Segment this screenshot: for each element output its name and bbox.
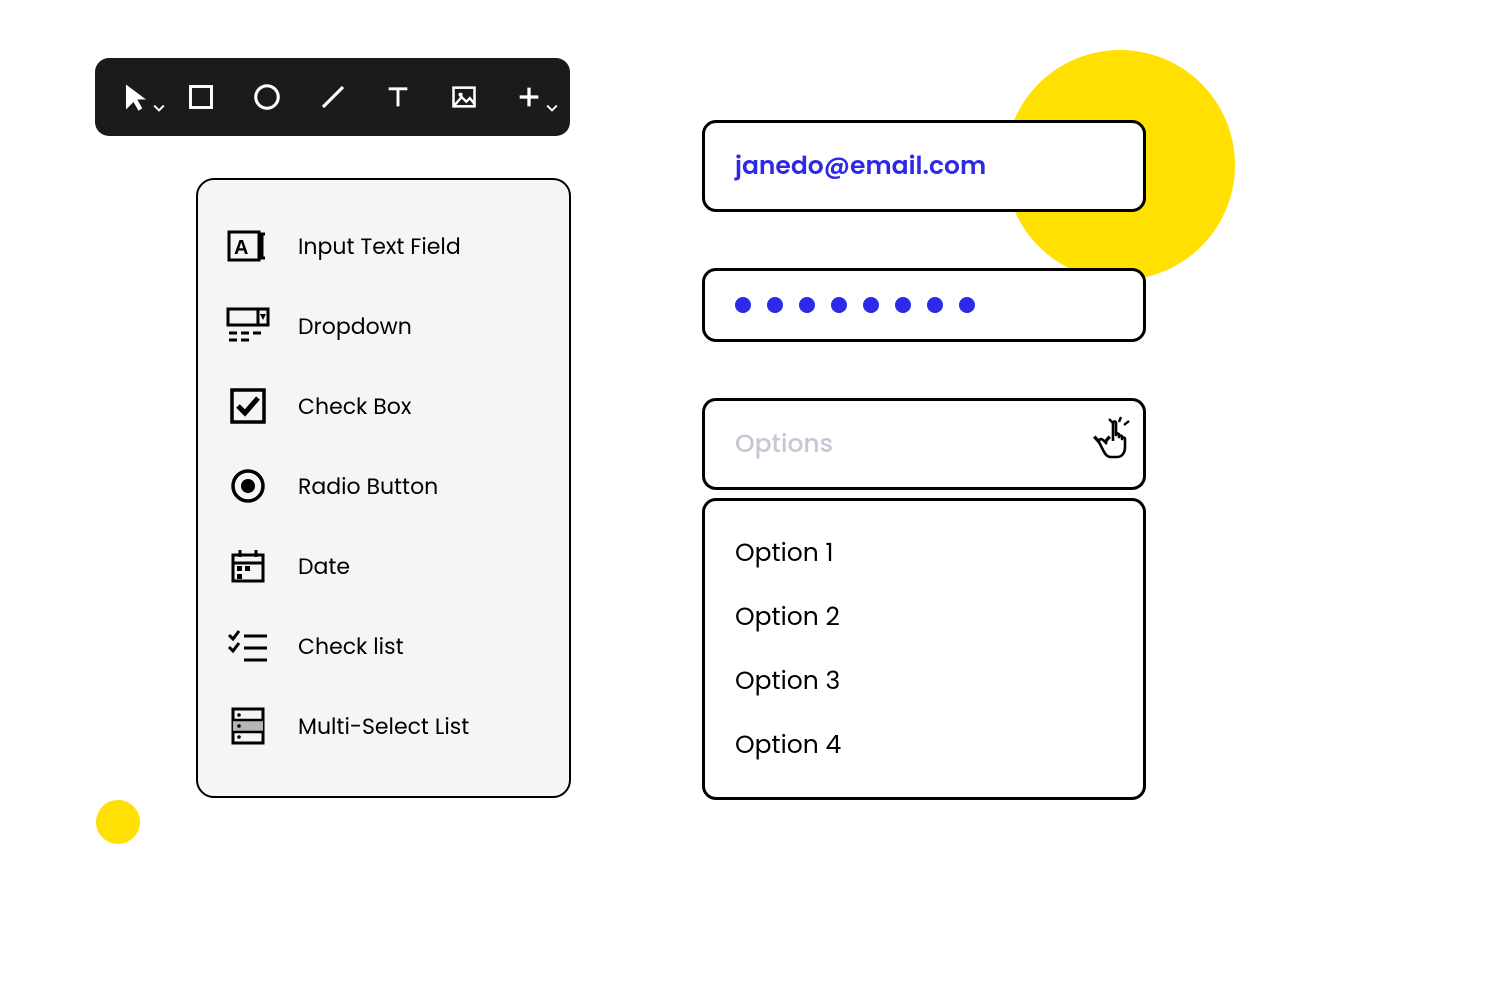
password-dot [895,297,911,313]
palette-item-label: Input Text Field [298,230,461,263]
chevron-down-icon [546,102,558,114]
options-dropdown-panel: Option 1Option 2Option 3Option 4 [702,498,1146,800]
palette-item-label: Date [298,550,350,583]
checkbox-icon [226,384,270,428]
dropdown-option[interactable]: Option 4 [735,713,1113,777]
palette-item-radio[interactable]: Radio Button [222,446,545,526]
palette-item-label: Radio Button [298,470,438,503]
password-dot [959,297,975,313]
email-field[interactable]: janedo@email.com [702,120,1146,212]
pointer-icon [121,82,151,112]
password-dot [767,297,783,313]
password-dot [927,297,943,313]
palette-item-label: Check Box [298,390,411,423]
text-icon [384,83,412,111]
palette-item-date[interactable]: Date [222,526,545,606]
tool-circle[interactable] [244,74,290,120]
circle-icon [252,82,282,112]
tool-image[interactable] [441,74,487,120]
component-palette: A Input Text Field Dropdown [196,178,571,798]
dropdown-option[interactable]: Option 3 [735,649,1113,713]
palette-item-label: Dropdown [298,310,412,343]
options-dropdown-group: Options Option 1Option 2Option 3Option 4 [702,398,1146,800]
decorative-circle-small [96,800,140,844]
checklist-icon [226,624,270,668]
dropdown-option[interactable]: Option 1 [735,521,1113,585]
tool-pointer[interactable] [113,74,159,120]
palette-item-checklist[interactable]: Check list [222,606,545,686]
password-dot [799,297,815,313]
options-dropdown[interactable]: Options [702,398,1146,490]
dropdown-icon [226,304,270,348]
palette-item-label: Multi-Select List [298,710,469,743]
tool-line[interactable] [310,74,356,120]
palette-item-label: Check list [298,630,404,663]
palette-item-multiselect[interactable]: Multi-Select List [222,686,545,766]
palette-item-checkbox[interactable]: Check Box [222,366,545,446]
multi-select-list-icon [226,704,270,748]
dropdown-placeholder: Options [735,425,833,463]
palette-item-input-text[interactable]: A Input Text Field [222,206,545,286]
plus-icon [515,83,543,111]
radio-button-icon [226,464,270,508]
tool-add[interactable] [506,74,552,120]
image-icon [450,83,478,111]
password-dot [735,297,751,313]
chevron-down-icon [1091,425,1113,463]
password-dot [863,297,879,313]
toolbar [95,58,570,136]
chevron-down-icon [153,102,165,114]
rectangle-icon [187,83,215,111]
svg-text:A: A [234,237,248,259]
input-text-field-icon: A [226,224,270,268]
email-value: janedo@email.com [735,148,986,183]
demo-form: janedo@email.com Options Option 1Option … [702,120,1146,800]
password-field[interactable] [702,268,1146,342]
tool-text[interactable] [375,74,421,120]
password-dot [831,297,847,313]
dropdown-option[interactable]: Option 2 [735,585,1113,649]
palette-item-dropdown[interactable]: Dropdown [222,286,545,366]
line-icon [318,82,348,112]
tool-rectangle[interactable] [179,74,225,120]
calendar-icon [226,544,270,588]
